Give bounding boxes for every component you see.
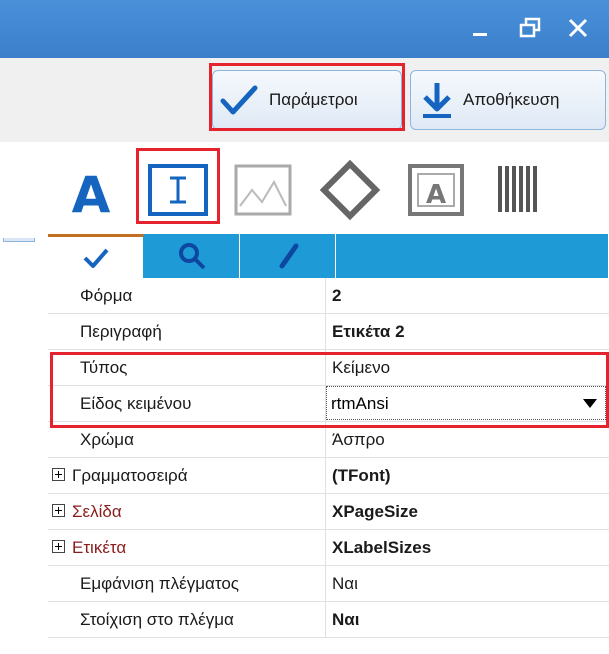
property-value: Ετικέτα 2 bbox=[332, 322, 405, 341]
restore-icon bbox=[519, 17, 541, 38]
close-icon bbox=[568, 18, 588, 38]
property-value: 2 bbox=[332, 286, 342, 305]
svg-text:A: A bbox=[72, 166, 111, 220]
property-value: Ναι bbox=[332, 574, 358, 593]
property-name: Τύπος bbox=[80, 358, 128, 377]
text-type-dropdown[interactable]: rtmAnsi bbox=[326, 386, 606, 420]
minimize-icon bbox=[473, 33, 487, 36]
property-row[interactable]: Φόρμα 2 bbox=[48, 278, 609, 314]
property-value: XLabelSizes bbox=[332, 538, 432, 557]
search-icon bbox=[178, 243, 205, 270]
property-row[interactable]: Χρώμα Άσπρο bbox=[48, 422, 609, 458]
property-value: XPageSize bbox=[332, 502, 418, 521]
property-row[interactable]: Τύπος Κείμενο bbox=[48, 350, 609, 386]
property-name: Σελίδα bbox=[72, 502, 122, 521]
property-row[interactable]: Εμφάνιση πλέγματος Ναι bbox=[48, 566, 609, 602]
checkmark-icon bbox=[220, 85, 258, 115]
property-name: Περιγραφή bbox=[80, 322, 162, 341]
download-arrow-icon bbox=[423, 83, 451, 118]
property-name: Εμφάνιση πλέγματος bbox=[80, 574, 239, 593]
text-A-icon[interactable]: A bbox=[66, 164, 116, 220]
toolbar: Παράμετροι Αποθήκευση bbox=[0, 58, 609, 142]
framed-text-icon[interactable]: A bbox=[404, 160, 468, 220]
close-button[interactable] bbox=[558, 8, 598, 48]
tab-search[interactable] bbox=[144, 234, 240, 278]
property-name: Στοίχιση στο πλέγμα bbox=[80, 610, 234, 629]
element-type-bar: A A bbox=[0, 142, 609, 238]
property-name: Είδος κειμένου bbox=[80, 394, 192, 413]
tab-properties[interactable] bbox=[48, 234, 144, 278]
property-row[interactable]: Στοίχιση στο πλέγμα Ναι bbox=[48, 602, 609, 638]
save-label: Αποθήκευση bbox=[463, 90, 560, 109]
property-value: Άσπρο bbox=[332, 430, 385, 449]
minimize-button[interactable] bbox=[460, 8, 500, 48]
diamond-shape-icon[interactable] bbox=[318, 158, 382, 222]
parameters-button[interactable]: Παράμετροι bbox=[212, 70, 402, 130]
restore-button[interactable] bbox=[510, 8, 550, 48]
expand-icon[interactable] bbox=[52, 468, 65, 481]
property-row-selected[interactable]: Είδος κειμένου rtmAnsi bbox=[48, 386, 609, 422]
chevron-down-icon[interactable] bbox=[583, 399, 597, 409]
tab-edit[interactable] bbox=[240, 234, 336, 278]
svg-text:A: A bbox=[426, 180, 446, 210]
property-row[interactable]: Ετικέτα XLabelSizes bbox=[48, 530, 609, 566]
save-button[interactable]: Αποθήκευση bbox=[410, 70, 606, 130]
pencil-icon bbox=[279, 243, 298, 269]
property-row[interactable]: Περιγραφή Ετικέτα 2 bbox=[48, 314, 609, 350]
property-row[interactable]: Γραμματοσειρά (TFont) bbox=[48, 458, 609, 494]
tab-bar-filler bbox=[336, 234, 609, 278]
property-row[interactable]: Σελίδα XPageSize bbox=[48, 494, 609, 530]
text-field-icon[interactable] bbox=[138, 156, 218, 226]
parameters-label: Παράμετροι bbox=[269, 90, 358, 109]
image-icon[interactable] bbox=[228, 160, 298, 220]
expand-icon[interactable] bbox=[52, 504, 65, 517]
checkmark-icon bbox=[83, 248, 109, 268]
property-value: Ναι bbox=[332, 610, 360, 629]
property-tabs bbox=[48, 234, 609, 278]
barcode-icon[interactable] bbox=[490, 160, 550, 220]
expand-icon[interactable] bbox=[52, 540, 65, 553]
property-name: Γραμματοσειρά bbox=[72, 466, 188, 485]
property-name: Ετικέτα bbox=[72, 538, 127, 557]
property-value: Κείμενο bbox=[332, 358, 391, 377]
window-titlebar bbox=[0, 0, 609, 58]
property-name: Χρώμα bbox=[80, 430, 134, 449]
property-value: (TFont) bbox=[332, 466, 391, 485]
dropdown-value: rtmAnsi bbox=[331, 394, 389, 413]
property-name: Φόρμα bbox=[80, 286, 133, 305]
